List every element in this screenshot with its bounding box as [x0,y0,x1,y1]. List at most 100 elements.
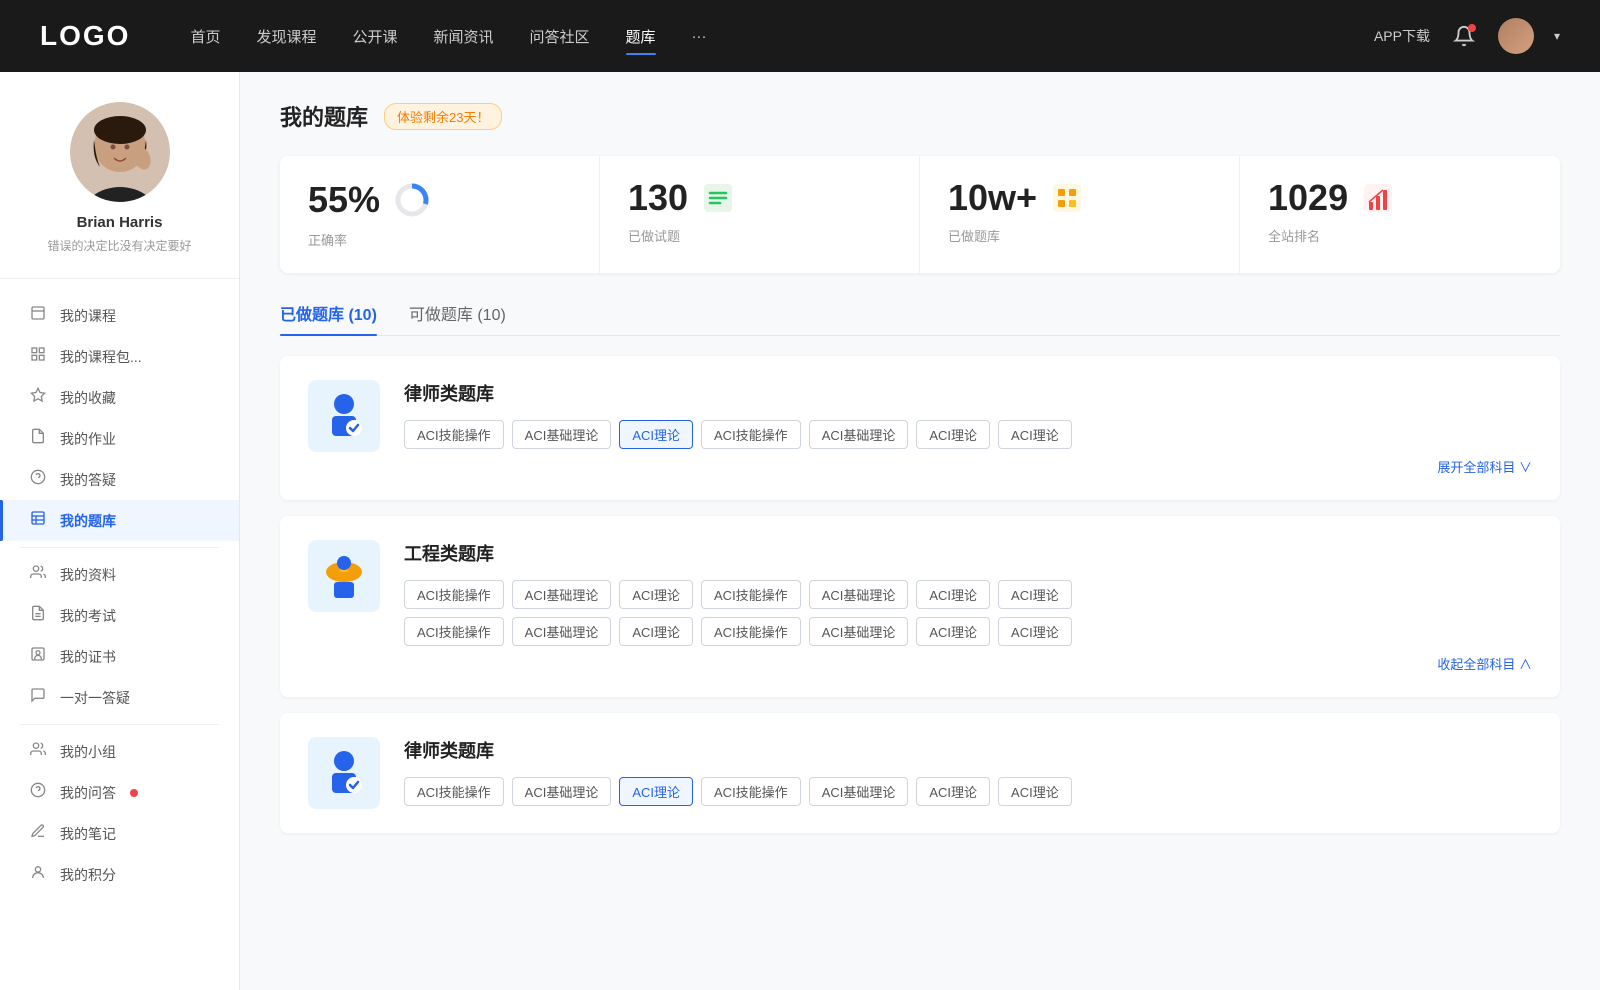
tag-2a-1[interactable]: ACI基础理论 [512,580,612,609]
course-icon [28,305,48,326]
tag-3-5[interactable]: ACI理论 [916,777,990,806]
tag-2b-0[interactable]: ACI技能操作 [404,617,504,646]
app-download-link[interactable]: APP下载 [1374,26,1430,46]
profile-motto: 错误的决定比没有决定要好 [47,237,191,254]
tag-2b-1[interactable]: ACI基础理论 [512,617,612,646]
sidebar-item-my-qa[interactable]: 我的问答 [0,772,239,813]
stat-top-1: 55% [308,180,571,220]
sidebar-item-qbank[interactable]: 我的题库 [0,500,239,541]
qbank-lawyer-icon-1 [308,380,380,452]
tags-row-2b: ACI技能操作 ACI基础理论 ACI理论 ACI技能操作 ACI基础理论 AC… [404,617,1532,646]
nav-open-course[interactable]: 公开课 [352,22,397,51]
tag-1-3[interactable]: ACI技能操作 [701,420,801,449]
nav-news[interactable]: 新闻资讯 [434,22,494,51]
sidebar-item-exam[interactable]: 我的考试 [0,595,239,636]
expand-link-1[interactable]: 展开全部科目 ∨ [404,457,1532,476]
tag-2a-2[interactable]: ACI理论 [619,580,693,609]
tag-3-3[interactable]: ACI技能操作 [701,777,801,806]
sidebar-item-points-label: 我的积分 [60,865,116,885]
nav-more[interactable]: ··· [692,24,707,49]
stat-value-2: 130 [628,180,688,216]
nav-home[interactable]: 首页 [190,22,220,51]
tag-3-1[interactable]: ACI基础理论 [512,777,612,806]
tag-2a-3[interactable]: ACI技能操作 [701,580,801,609]
sidebar-item-tutor[interactable]: 一对一答疑 [0,677,239,718]
tag-2b-4[interactable]: ACI基础理论 [809,617,909,646]
qbank-lawyer-icon-2 [308,737,380,809]
sidebar-divider-2 [20,724,219,725]
trial-badge: 体验剩余23天！ [384,103,502,130]
notification-bell[interactable] [1450,22,1478,50]
sidebar-item-qa[interactable]: 我的答疑 [0,459,239,500]
list-icon [700,180,736,216]
stat-label-1: 正确率 [308,230,571,249]
tag-2a-6[interactable]: ACI理论 [998,580,1072,609]
tag-1-6[interactable]: ACI理论 [998,420,1072,449]
profile-icon [28,564,48,585]
my-qa-icon [28,782,48,803]
tab-done[interactable]: 已做题库 (10) [280,301,377,335]
cert-icon [28,646,48,667]
sidebar-item-notes[interactable]: 我的笔记 [0,813,239,854]
tag-2b-2[interactable]: ACI理论 [619,617,693,646]
sidebar-item-tutor-label: 一对一答疑 [60,688,130,708]
sidebar-item-cert-label: 我的证书 [60,647,116,667]
tag-3-2[interactable]: ACI理论 [619,777,693,806]
tag-3-0[interactable]: ACI技能操作 [404,777,504,806]
sidebar-item-favorites[interactable]: 我的收藏 [0,377,239,418]
sidebar-item-exam-label: 我的考试 [60,606,116,626]
qbank-engineer-icon [308,540,380,612]
stat-top-2: 130 [628,180,891,216]
sidebar-item-points[interactable]: 我的积分 [0,854,239,895]
sidebar-item-group-label: 我的小组 [60,742,116,762]
tag-1-0[interactable]: ACI技能操作 [404,420,504,449]
points-icon [28,864,48,885]
sidebar-item-my-qa-label: 我的问答 [60,783,116,803]
collapse-link-2[interactable]: 收起全部科目 ∧ [404,654,1532,673]
tag-1-1[interactable]: ACI基础理论 [512,420,612,449]
sidebar-item-group[interactable]: 我的小组 [0,731,239,772]
stat-label-3: 已做题库 [948,226,1211,245]
sidebar-item-course[interactable]: 我的课程 [0,295,239,336]
tag-1-4[interactable]: ACI基础理论 [809,420,909,449]
stat-trials-done: 130 已做试题 [600,156,920,273]
stat-value-4: 1029 [1268,180,1348,216]
nav-qbank[interactable]: 题库 [626,22,656,51]
tag-2b-3[interactable]: ACI技能操作 [701,617,801,646]
nav-qa[interactable]: 问答社区 [530,22,590,51]
qbank-body-3: 律师类题库 ACI技能操作 ACI基础理论 ACI理论 ACI技能操作 ACI基… [404,737,1532,806]
qbank-body-2: 工程类题库 ACI技能操作 ACI基础理论 ACI理论 ACI技能操作 ACI基… [404,540,1532,673]
stat-top-4: 1029 [1268,180,1532,216]
tag-1-5[interactable]: ACI理论 [916,420,990,449]
tag-2a-4[interactable]: ACI基础理论 [809,580,909,609]
engineer-svg [318,550,370,602]
tag-2a-5[interactable]: ACI理论 [916,580,990,609]
stats-row: 55% 正确率 130 [280,156,1560,273]
stat-correct-rate: 55% 正确率 [280,156,600,273]
grid-icon [1049,180,1085,216]
notification-dot [1468,24,1476,32]
tab-todo[interactable]: 可做题库 (10) [409,301,506,335]
tag-2b-5[interactable]: ACI理论 [916,617,990,646]
user-avatar-nav[interactable] [1498,18,1534,54]
user-menu-chevron[interactable]: ▾ [1554,29,1560,43]
tag-3-4[interactable]: ACI基础理论 [809,777,909,806]
sidebar-item-homework[interactable]: 我的作业 [0,418,239,459]
sidebar-divider-1 [20,547,219,548]
tag-1-2[interactable]: ACI理论 [619,420,693,449]
navbar-right: APP下载 ▾ [1374,18,1560,54]
sidebar: Brian Harris 错误的决定比没有决定要好 我的课程 我的课程包... [0,72,240,990]
sidebar-menu: 我的课程 我的课程包... 我的收藏 我的作业 [0,295,239,895]
qbank-body-1: 律师类题库 ACI技能操作 ACI基础理论 ACI理论 ACI技能操作 ACI基… [404,380,1532,476]
nav-discover[interactable]: 发现课程 [256,22,316,51]
stat-rank: 1029 全站排名 [1240,156,1560,273]
sidebar-avatar[interactable] [70,102,170,202]
sidebar-item-profile[interactable]: 我的资料 [0,554,239,595]
qbank-title-2: 工程类题库 [404,540,1532,566]
tag-3-6[interactable]: ACI理论 [998,777,1072,806]
tag-2b-6[interactable]: ACI理论 [998,617,1072,646]
tag-2a-0[interactable]: ACI技能操作 [404,580,504,609]
sidebar-item-course-pkg[interactable]: 我的课程包... [0,336,239,377]
sidebar-item-cert[interactable]: 我的证书 [0,636,239,677]
sidebar-item-qa-label: 我的答疑 [60,470,116,490]
